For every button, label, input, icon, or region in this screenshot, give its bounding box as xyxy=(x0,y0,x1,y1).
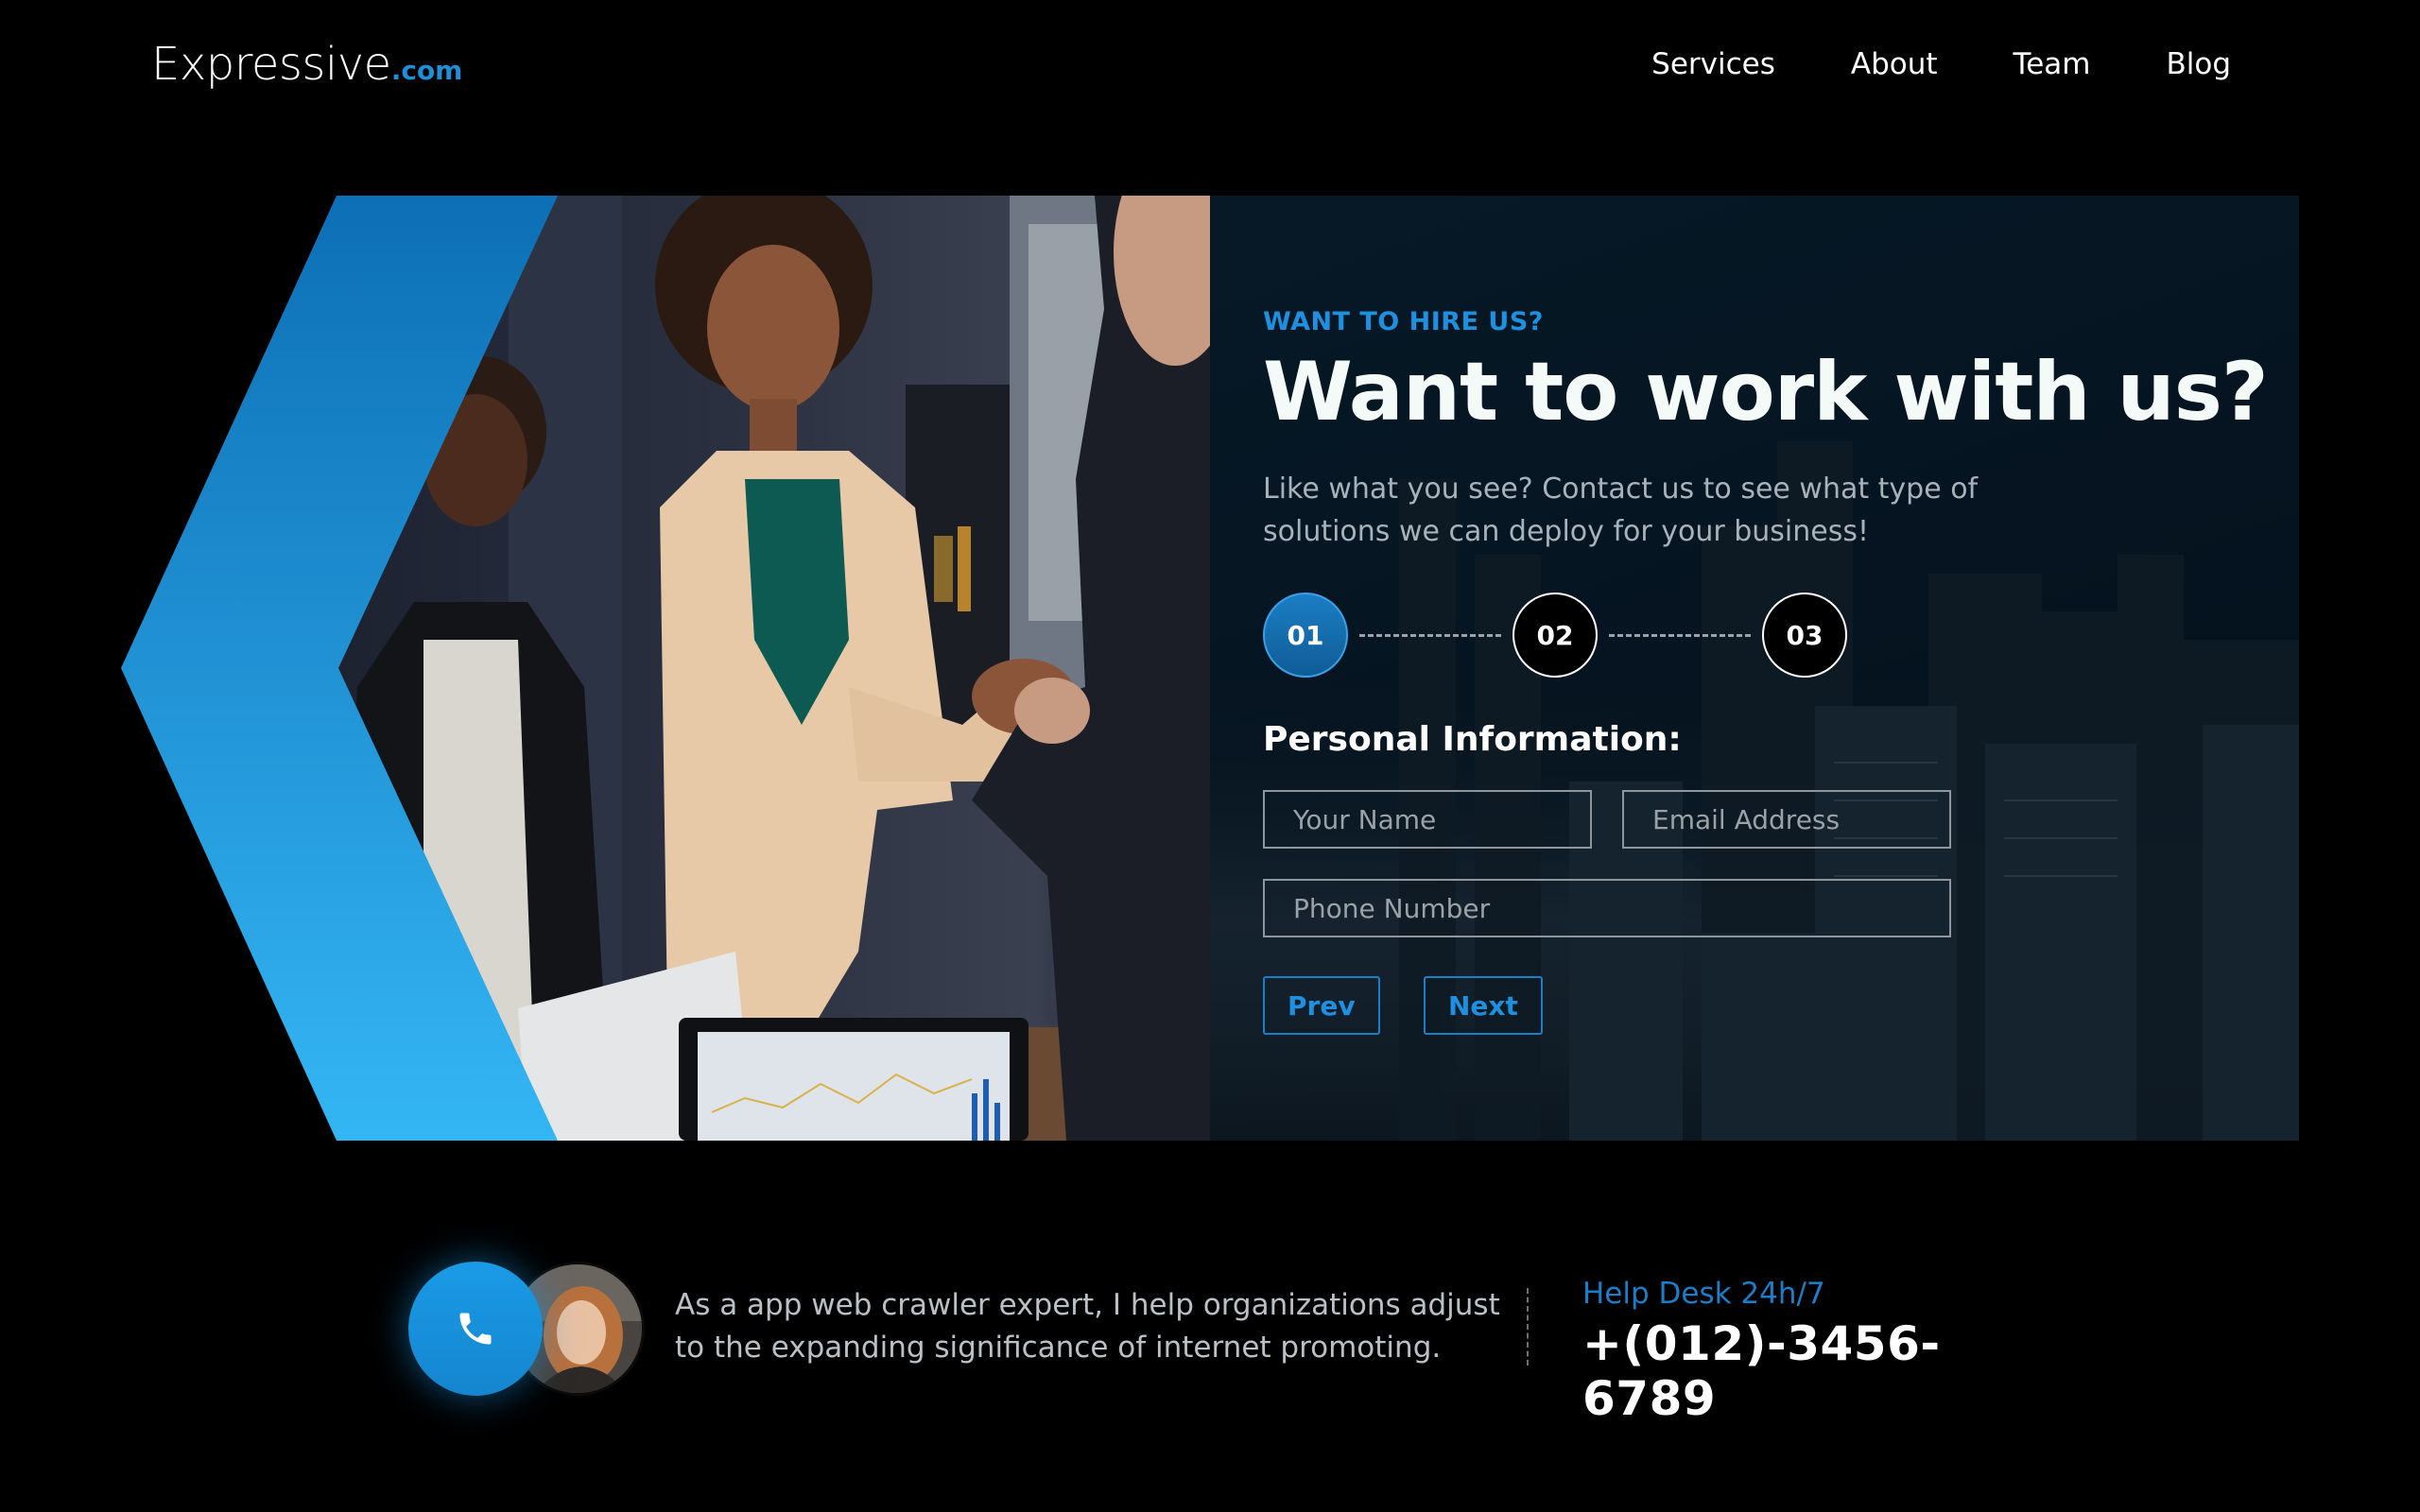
logo-text: Expressive xyxy=(151,38,391,91)
hero-section: WANT TO HIRE US? Want to work with us? L… xyxy=(121,196,2299,1141)
phone-field[interactable] xyxy=(1263,879,1951,937)
page: Expressive .com Services About Team Blog xyxy=(0,0,2420,1512)
prev-button[interactable]: Prev xyxy=(1263,976,1380,1035)
step-01[interactable]: 01 xyxy=(1263,593,1348,678)
main-nav: Services About Team Blog xyxy=(1651,47,2231,81)
form-section-title: Personal Information: xyxy=(1263,720,1682,759)
help-desk-label: Help Desk 24h/7 xyxy=(1582,1277,1825,1311)
nav-blog[interactable]: Blog xyxy=(2166,47,2231,81)
help-desk-phone[interactable]: +(012)-3456-6789 xyxy=(1582,1316,2015,1426)
nav-services[interactable]: Services xyxy=(1651,47,1775,81)
nav-team[interactable]: Team xyxy=(2014,47,2091,81)
hire-form-panel: WANT TO HIRE US? Want to work with us? L… xyxy=(1263,196,2269,1141)
contact-bar: As a app web crawler expert, I help orga… xyxy=(408,1262,2015,1426)
section-eyebrow: WANT TO HIRE US? xyxy=(1263,307,1544,336)
page-title: Want to work with us? xyxy=(1263,345,2269,439)
step-02[interactable]: 02 xyxy=(1512,593,1598,678)
divider xyxy=(1527,1288,1529,1366)
hero-subtitle: Like what you see? Contact us to see wha… xyxy=(1263,472,1979,548)
handshake-photo xyxy=(121,196,1210,1141)
step-connector xyxy=(1609,634,1751,637)
call-button[interactable] xyxy=(408,1262,543,1396)
name-field[interactable] xyxy=(1263,790,1592,849)
email-field[interactable] xyxy=(1622,790,1951,849)
nav-about[interactable]: About xyxy=(1851,47,1938,81)
hero-photo xyxy=(121,196,1210,1141)
step-indicator: 01 02 03 xyxy=(1263,593,1849,679)
next-button[interactable]: Next xyxy=(1424,976,1543,1035)
contact-description: As a app web crawler expert, I help orga… xyxy=(675,1288,1500,1365)
phone-icon xyxy=(459,1313,492,1345)
step-03[interactable]: 03 xyxy=(1762,593,1847,678)
step-connector xyxy=(1359,634,1501,637)
logo-domain: .com xyxy=(390,55,463,86)
logo[interactable]: Expressive .com xyxy=(151,38,462,91)
